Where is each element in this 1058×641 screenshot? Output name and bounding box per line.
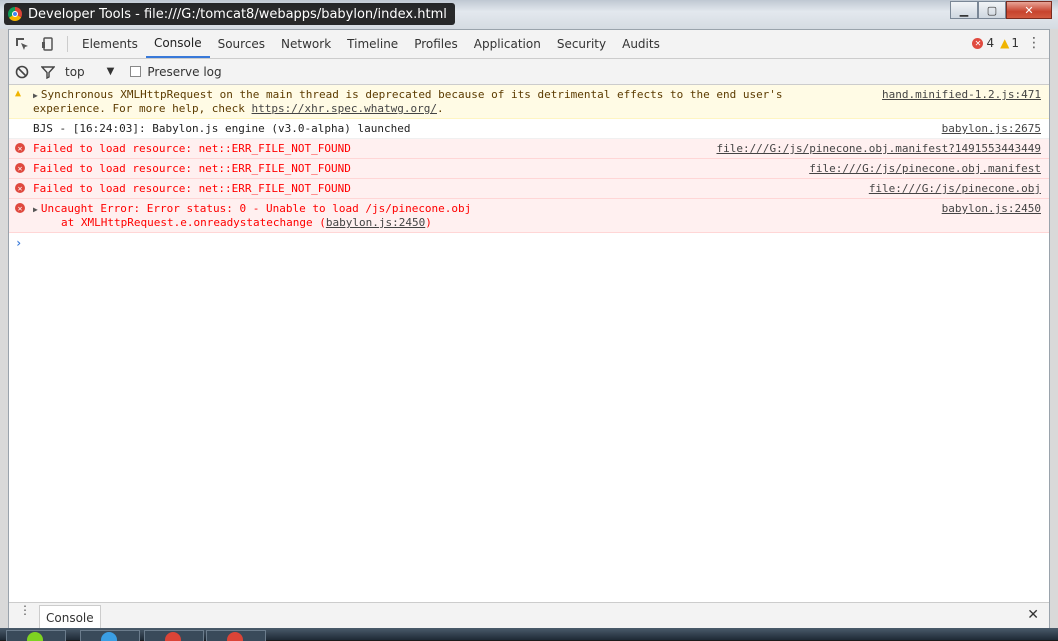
- tab-application[interactable]: Application: [466, 30, 549, 58]
- context-selector[interactable]: top ▼: [65, 65, 114, 79]
- chrome-icon: [8, 7, 22, 21]
- console-filterbar: top ▼ Preserve log: [9, 59, 1049, 85]
- tab-profiles[interactable]: Profiles: [406, 30, 466, 58]
- console-row[interactable]: ✕ Failed to load resource: net::ERR_FILE…: [9, 139, 1049, 159]
- message-text: BJS - [16:24:03]: Babylon.js engine (v3.…: [33, 122, 411, 135]
- window-title: Developer Tools - file:///G:/tomcat8/web…: [28, 6, 447, 22]
- title-area: Developer Tools - file:///G:/tomcat8/web…: [4, 3, 455, 25]
- error-icon: ✕: [15, 203, 25, 213]
- tab-timeline[interactable]: Timeline: [339, 30, 406, 58]
- message-text: Synchronous XMLHttpRequest on the main t…: [40, 88, 783, 101]
- drawer-bar: ⋮ Console ✕: [9, 602, 1049, 629]
- message-text-end: .: [436, 102, 444, 115]
- maximize-button[interactable]: ▢: [978, 1, 1006, 19]
- close-window-button[interactable]: ✕: [1006, 1, 1052, 19]
- stack-text-end: ): [425, 216, 432, 229]
- expand-triangle-icon[interactable]: ▶: [33, 91, 38, 100]
- stack-text: at XMLHttpRequest.e.onreadystatechange (: [61, 216, 326, 229]
- inspect-element-icon[interactable]: [9, 32, 35, 56]
- error-icon: ✕: [15, 163, 25, 173]
- source-link[interactable]: file:///G:/js/pinecone.obj.manifest?1491…: [716, 142, 1041, 155]
- console-row[interactable]: ✕ Failed to load resource: net::ERR_FILE…: [9, 159, 1049, 179]
- console-row[interactable]: BJS - [16:24:03]: Babylon.js engine (v3.…: [9, 119, 1049, 139]
- expand-triangle-icon[interactable]: ▶: [33, 205, 38, 214]
- preserve-log-checkbox[interactable]: [130, 66, 142, 77]
- source-link[interactable]: file:///G:/js/pinecone.obj.manifest: [809, 162, 1041, 175]
- clear-console-icon[interactable]: [9, 65, 35, 79]
- window-controls: ▁ ▢ ✕: [950, 1, 1052, 19]
- error-count: 4: [986, 36, 995, 50]
- source-link[interactable]: hand.minified-1.2.js:471: [882, 88, 1041, 101]
- device-toolbar-icon[interactable]: [35, 32, 61, 56]
- spec-link[interactable]: https://xhr.spec.whatwg.org/: [252, 102, 437, 115]
- taskbar-app[interactable]: [80, 630, 140, 641]
- devtools-window: Developer Tools - file:///G:/tomcat8/web…: [0, 0, 1058, 641]
- warning-icon: ▲: [15, 88, 22, 99]
- source-link[interactable]: babylon.js:2675: [942, 122, 1041, 135]
- source-link[interactable]: file:///G:/js/pinecone.obj: [869, 182, 1041, 195]
- stack-link[interactable]: babylon.js:2450: [326, 216, 425, 229]
- toolbar-divider: [67, 36, 68, 52]
- taskbar-app[interactable]: [206, 630, 266, 641]
- more-options-icon[interactable]: ⋮: [1027, 35, 1041, 51]
- warning-icon: ▲: [1000, 36, 1010, 50]
- console-prompt[interactable]: ›: [9, 233, 1049, 250]
- error-icon: ✕: [972, 37, 984, 49]
- devtools-panel: Elements Console Sources Network Timelin…: [8, 29, 1050, 630]
- taskbar-app[interactable]: [6, 630, 66, 641]
- preserve-log-label: Preserve log: [147, 64, 222, 79]
- console-row[interactable]: ▲ ▶ Synchronous XMLHttpRequest on the mai…: [9, 85, 1049, 119]
- console-row[interactable]: ✕ ▶ Uncaught Error: Error status: 0 - Una…: [9, 199, 1049, 233]
- filter-icon[interactable]: [35, 65, 61, 79]
- dropdown-arrow-icon: ▼: [106, 66, 115, 77]
- issue-counter[interactable]: ✕ 4 ▲ 1: [972, 36, 1019, 50]
- console-row[interactable]: ✕ Failed to load resource: net::ERR_FILE…: [9, 179, 1049, 199]
- message-text: Failed to load resource: net::ERR_FILE_N…: [33, 142, 351, 155]
- devtools-tabbar: Elements Console Sources Network Timelin…: [9, 30, 1049, 59]
- console-messages: ▲ ▶ Synchronous XMLHttpRequest on the mai…: [9, 85, 1049, 250]
- message-text: Failed to load resource: net::ERR_FILE_N…: [33, 182, 351, 195]
- taskbar-app[interactable]: [144, 630, 204, 641]
- message-text: Failed to load resource: net::ERR_FILE_N…: [33, 162, 351, 175]
- os-taskbar: [0, 628, 1058, 641]
- tab-elements[interactable]: Elements: [74, 30, 146, 58]
- tab-audits[interactable]: Audits: [614, 30, 668, 58]
- warning-count: 1: [1011, 36, 1019, 50]
- context-value: top: [65, 64, 85, 79]
- tab-sources[interactable]: Sources: [210, 30, 273, 58]
- drawer-handle-icon[interactable]: ⋮: [19, 604, 31, 616]
- tab-security[interactable]: Security: [549, 30, 614, 58]
- message-text: Uncaught Error: Error status: 0 - Unable…: [40, 202, 472, 215]
- error-icon: ✕: [15, 143, 25, 153]
- source-link[interactable]: babylon.js:2450: [942, 202, 1041, 215]
- drawer-tab-console[interactable]: Console: [39, 605, 101, 629]
- close-drawer-icon[interactable]: ✕: [1027, 607, 1039, 623]
- tab-network[interactable]: Network: [273, 30, 339, 58]
- title-bar[interactable]: Developer Tools - file:///G:/tomcat8/web…: [0, 0, 1058, 29]
- minimize-button[interactable]: ▁: [950, 1, 978, 19]
- message-text-cont: experience. For more help, check: [33, 102, 252, 115]
- tab-console[interactable]: Console: [145, 30, 210, 58]
- error-icon: ✕: [15, 183, 25, 193]
